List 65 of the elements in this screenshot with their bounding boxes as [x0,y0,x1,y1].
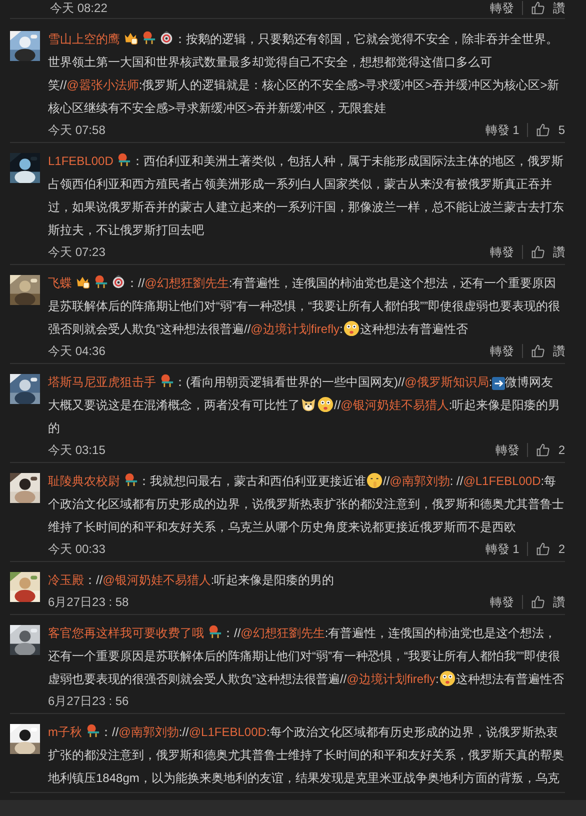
thumbs-up-icon[interactable] [536,443,550,457]
thumbs-up-icon[interactable] [531,245,545,259]
comment-text: 雪山上空的鹰 ：按鹅的逻辑，只要鹅还有邻国，它就会觉得不安全，除非吞并全世界。世界领土第一大国和世界核武数量最多却觉得自己不安全，想想都觉得这借口多么可笑//@嚣张小法师:俄罗斯人的逻辑就是：核心区的不安全感>寻求缓冲区>吞并缓冲区为核心区>新核心区继续有不安全感>寻求新缓冲区>吞并新缓冲区，无限套娃 [48,29,560,117]
comment-time: 6月27日23 : 56 [48,692,129,710]
comment-time: 今天 04:36 [48,342,106,360]
repost-button[interactable]: 轉發 [490,244,514,260]
like-button[interactable]: 讚 [553,244,565,260]
emoji-face-icon [366,472,383,489]
comment-text: 冷玉殿：//@银河奶娃不易猎人:听起来像是阳痿的男的 [48,572,336,589]
comment-time: 6月27日23 : 58 [48,594,129,610]
username-link[interactable]: m子秋 [48,725,82,739]
mention-link[interactable]: @银河奶娃不易猎人 [340,398,449,412]
like-button[interactable]: 讚 [553,594,565,610]
comment-text: 客官您再这样我可要收费了哦 ：//@幻想狂劉先生:有普遍性，连俄国的柿油党也是这个想法，还有一个重要原因是苏联解体后的阵痛期让他们对“弱”有一种恐惧，“我要让所有人都怕我””即使很虚弱也要表现的很强否则就会受人欺负”这种想法很普遍//@边境计划firefly: 这种想法有普遍性否 [48,623,565,689]
repost-button[interactable]: 轉發 [490,342,514,360]
repost-button[interactable]: 轉發 1 [485,540,520,558]
mention-link[interactable]: @俄罗斯知识局 [404,375,489,389]
comment-time: 今天 00:33 [48,540,106,558]
comment-time: 今天 07:23 [48,244,106,260]
mention-link[interactable]: @南郭刘勃 [118,725,179,739]
mention-link[interactable]: @L1FEBL00D [463,474,541,488]
crown-badge-icon [75,274,90,289]
mention-link[interactable]: @银河奶娃不易猎人 [102,573,211,587]
comment-text: m子秋 ：//@南郭刘勃://@L1FEBL00D:每个政治文化区域都有历史形成的边界，说俄罗斯热衷扩张的都没注意到，俄罗斯和德奥尤其普鲁士维持了长时间的和平和友好关系，俄罗斯天真的帮奥地利镇压1848gm，以为能换来奥地利的友谊，结果发现是克里米亚战争奥地利方面的背叛，乌克 [48,722,565,787]
username-link[interactable]: L1FEBL00D [48,154,114,168]
comment-text: 飞蝶 ：//@幻想狂劉先生:有普遍性，连俄国的柿油党也是这个想法，还有一个重要原因是苏联解体后的阵痛期让他们对“弱”有一种恐惧，“我要让所有人都怕我””即使很虚弱也要表现的很强否则就会受人欺负”这种想法很普遍//@边境计划firefly: 这种想法有普遍性否 [48,273,561,339]
thumbs-up-icon[interactable] [531,1,545,15]
like-button[interactable]: 2 [558,542,565,556]
comment-time: 今天 03:15 [48,442,106,458]
mention-link[interactable]: @嚣张小法师 [66,78,139,92]
username-link[interactable]: 飞蝶 [48,276,72,290]
like-button[interactable]: 讚 [553,342,565,360]
comment-text: 塔斯马尼亚虎狙击手 ：(看向用朝贡逻辑看世界的一些中国网友)//@俄罗斯知识局: 微博网友大概又要说这是在混淆概念，两者没有可比性了 //@银河奶娃不易猎人:听起来像是阳痿的男的 [48,372,562,437]
mention-link[interactable]: @幻想狂劉先生 [144,276,229,290]
username-link[interactable]: 耻陵典农校尉 [48,474,120,488]
repost-button[interactable]: 轉發 1 [485,122,520,138]
thumbs-up-icon[interactable] [536,123,550,137]
username-link[interactable]: 冷玉殿 [48,573,84,587]
username-link[interactable]: 塔斯马尼亚虎狙击手 [48,375,156,389]
crown-badge-icon [123,30,138,45]
repost-button[interactable]: 轉發 [490,594,514,610]
emoji-face-icon [342,320,360,337]
arrow-icon [492,377,506,390]
dog-face-icon [300,396,317,413]
like-button[interactable]: 5 [558,123,565,137]
mention-link[interactable]: @南郭刘勃 [390,474,450,488]
emoji-face-icon [317,396,334,413]
comment-text: 耻陵典农校尉 ：我就想问最右，蒙古和西伯利亚更接近谁 //@南郭刘勃: //@L1FEBL00D:每个政治文化区域都有历史形成的边界，说俄罗斯热衷扩张的都没注意到，俄罗斯和德奥尤其普鲁士维持了长时间的和平和友好关系，乌克兰从哪个历史角度来说都更接近俄罗斯而不是西欧 [48,471,565,536]
username-link[interactable]: 客官您再这样我可要收费了哦 [48,626,204,640]
mention-link[interactable]: @边境计划firefly [250,322,340,336]
username-link[interactable]: 雪山上空的鹰 [48,32,120,46]
repost-button[interactable]: 轉發 [490,0,514,16]
repost-button[interactable]: 轉發 [495,442,520,458]
thumbs-up-icon[interactable] [536,542,550,556]
like-button[interactable]: 讚 [553,0,565,16]
comment-time: 今天 08:22 [50,0,108,16]
thumbs-up-icon[interactable] [531,344,545,358]
emoji-face-icon [438,670,456,687]
comment-time: 今天 07:58 [48,122,106,138]
mention-link[interactable]: @L1FEBL00D [188,725,266,739]
mention-link[interactable]: @幻想狂劉先生 [240,626,325,640]
thumbs-up-icon[interactable] [531,595,545,609]
mention-link[interactable]: @边境计划firefly [346,672,436,686]
comment-text: L1FEBL00D ：西伯利亚和美洲土著类似，包括人种，属于未能形成国际法主体的地区，俄罗斯占领西伯利亚和西方殖民者占领美洲形成一系列白人国家类似，蒙古从来没有被俄罗斯真正吞并过，如果说俄罗斯吞并的蒙古人建立起来的一系列汗国，那像波兰一样，总不能让波兰蒙古去打东斯拉夫，不让俄罗斯打回去吧 [48,151,565,239]
like-button[interactable]: 2 [558,443,565,457]
